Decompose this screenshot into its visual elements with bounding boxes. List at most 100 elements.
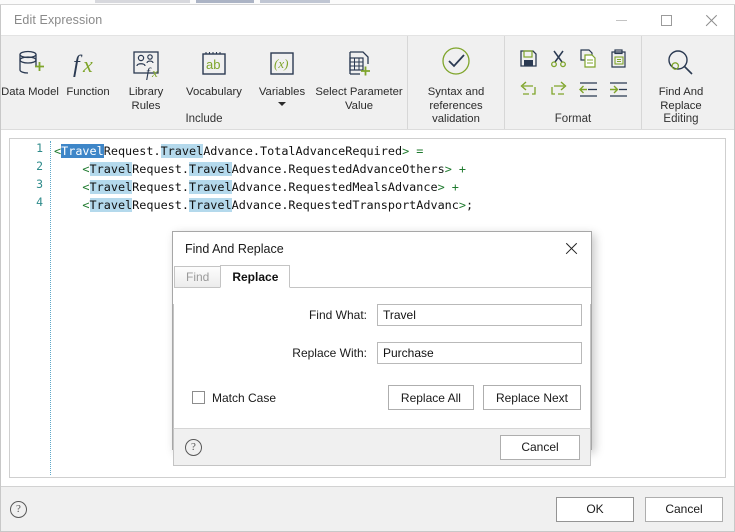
fx-icon: f x [71, 44, 105, 84]
editor-line-number: 1 [36, 141, 43, 155]
svg-text:x: x [82, 52, 93, 77]
match-case-checkbox[interactable] [192, 391, 205, 404]
dialog-options-row: Match Case Replace All Replace Next [174, 385, 590, 410]
maximize-button[interactable] [644, 5, 689, 35]
match-case-label[interactable]: Match Case [212, 391, 276, 405]
code-text: < [82, 198, 90, 212]
background-smear [95, 0, 190, 3]
replace-with-input[interactable] [377, 342, 582, 364]
indent-button[interactable] [603, 74, 633, 105]
ribbon-group-editing-label: Editing [663, 113, 699, 125]
svg-text:ab: ab [206, 57, 220, 72]
code-text: Advance.RequestedTransportAdvanc [231, 198, 459, 212]
code-text: ; [466, 198, 474, 212]
ribbon-button-find-and-replace[interactable]: Find And Replace [642, 41, 720, 113]
ribbon-group-include-label: Include [185, 113, 223, 125]
find-and-replace-dialog: Find And Replace Find Replace Find What:… [172, 231, 592, 466]
cut-button[interactable] [543, 43, 573, 74]
ribbon-button-syntax-validation[interactable]: Syntax and references validation [408, 41, 504, 127]
tab-find[interactable]: Find [174, 266, 222, 288]
paste-button[interactable] [603, 43, 633, 74]
save-button[interactable] [513, 43, 543, 74]
copy-button[interactable] [573, 43, 603, 74]
replace-next-button[interactable]: Replace Next [482, 385, 581, 410]
code-text: > [444, 162, 452, 176]
chevron-down-icon[interactable] [278, 101, 286, 106]
ribbon-button-select-parameter-value[interactable]: Select Parameter Value [311, 41, 407, 113]
code-text: < [82, 162, 90, 176]
find-replace-magnifier-icon [663, 44, 699, 84]
background-smear [260, 0, 330, 3]
table-add-icon [342, 44, 376, 84]
dialog-cancel-button[interactable]: Cancel [500, 434, 580, 460]
close-button[interactable] [689, 5, 734, 35]
dialog-close-button[interactable] [551, 232, 591, 265]
replace-all-button[interactable]: Replace All [387, 385, 474, 410]
check-circle-icon [437, 44, 475, 84]
ribbon-group-validation: Syntax and references validation [408, 36, 505, 129]
editor-code-area[interactable]: <TravelRequest.TravelAdvance.TotalAdvanc… [54, 142, 725, 214]
copy-icon [579, 49, 596, 68]
code-text: Request. [132, 180, 189, 194]
window-title: Edit Expression [14, 13, 103, 27]
database-add-icon [13, 44, 47, 84]
editor-code-line: <TravelRequest.TravelAdvance.RequestedMe… [54, 178, 725, 196]
code-text: Request. [132, 162, 189, 176]
ribbon-group-format-icons [505, 41, 641, 105]
editor-code-line: <TravelRequest.TravelAdvance.TotalAdvanc… [54, 142, 725, 160]
undo-icon [519, 81, 536, 95]
ribbon-button-vocabulary[interactable]: ab Vocabulary [175, 41, 253, 100]
dialog-body: Find What: Replace With: Match Case Repl… [173, 304, 591, 428]
ribbon-group-include: Data Model f x Function f x Library Rule… [1, 36, 408, 129]
outdent-button[interactable] [573, 74, 603, 105]
background-smear [196, 0, 254, 3]
code-text: + [444, 180, 466, 194]
code-text: + [451, 162, 474, 176]
ribbon-button-library-rules[interactable]: f x Library Rules [117, 41, 175, 113]
cancel-button[interactable]: Cancel [645, 496, 723, 522]
svg-text:x: x [151, 65, 158, 80]
editor-gutter: 1 2 3 4 [10, 139, 50, 477]
code-selection: Travel [61, 144, 104, 158]
paste-icon [610, 49, 626, 68]
indent-icon [609, 82, 627, 97]
tab-replace[interactable]: Replace [220, 265, 291, 288]
ribbon-button-select-parameter-value-label: Select Parameter Value [315, 86, 403, 112]
cut-scissors-icon [550, 50, 566, 68]
ribbon-group-editing: Find And Replace Editing [642, 36, 720, 129]
code-match-highlight: Travel [89, 180, 133, 194]
ribbon-button-variables[interactable]: (x) Variables [253, 41, 311, 106]
ribbon-group-format-label: Format [554, 113, 592, 125]
code-text: Advance.TotalAdvanceRequired [203, 144, 403, 158]
find-what-row: Find What: [174, 304, 590, 326]
find-what-input[interactable] [377, 304, 582, 326]
svg-text:f: f [73, 52, 83, 78]
ribbon-group-include-items: Data Model f x Function f x Library Rule… [1, 41, 407, 113]
ribbon-button-function[interactable]: f x Function [59, 41, 117, 100]
ribbon-group-validation-items: Syntax and references validation [408, 41, 504, 127]
help-icon[interactable]: ? [10, 500, 27, 518]
code-text: Request. [103, 144, 161, 158]
notepad-ab-icon: ab [197, 44, 231, 84]
redo-button[interactable] [543, 74, 573, 105]
ok-button[interactable]: OK [556, 496, 634, 522]
dialog-title: Find And Replace [185, 241, 284, 256]
editor-code-line: <TravelRequest.TravelAdvance.RequestedAd… [54, 160, 725, 178]
editor-gutter-separator [50, 141, 51, 475]
svg-text:(x): (x) [274, 56, 288, 71]
window-footer: ? OK Cancel [1, 486, 734, 531]
dialog-help-icon[interactable]: ? [185, 438, 202, 456]
close-icon [565, 242, 578, 255]
dialog-footer: ? Cancel [173, 428, 591, 466]
people-fx-icon: f x [129, 44, 163, 84]
replace-with-row: Replace With: [174, 342, 590, 364]
dialog-titlebar: Find And Replace [173, 232, 591, 265]
undo-button[interactable] [513, 74, 543, 105]
code-text: Request. [132, 198, 189, 212]
code-text: Advance.RequestedAdvanceOthers [231, 162, 445, 176]
screen-root: Edit Expression Data Model f x Function … [0, 0, 735, 532]
minimize-button[interactable] [599, 5, 644, 35]
redo-icon [550, 81, 567, 95]
ribbon-button-data-model[interactable]: Data Model [1, 41, 59, 100]
find-what-label: Find What: [308, 308, 367, 322]
